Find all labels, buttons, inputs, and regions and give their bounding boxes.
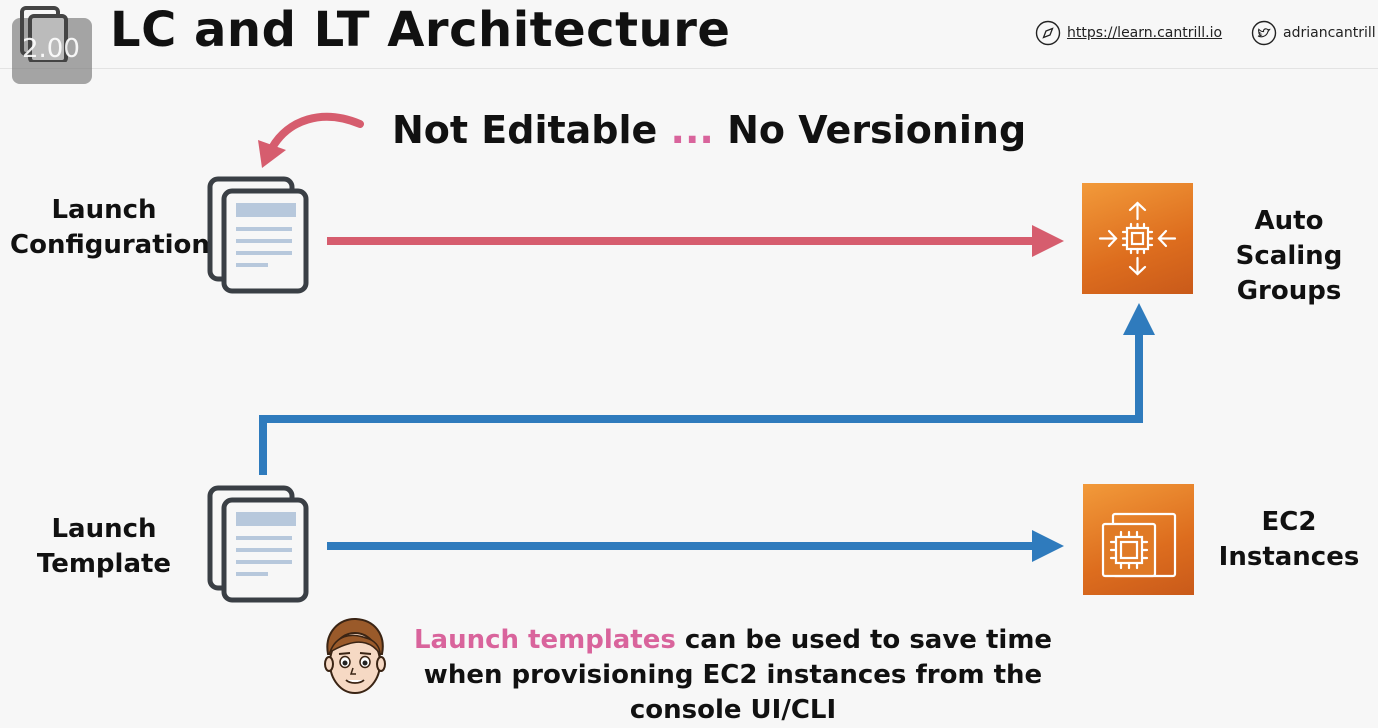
note-dots: ...: [670, 108, 714, 152]
ec2-instances-label: EC2 Instances: [1218, 507, 1360, 572]
document-icon: [207, 176, 309, 294]
ec2-instances-box: [1083, 484, 1194, 595]
lt-to-asg-arrow: [259, 330, 1143, 475]
footer-tip: Launch templates can be used to save tim…: [398, 623, 1068, 728]
auto-scaling-groups-box: [1082, 183, 1193, 294]
auto-scaling-groups-label: Auto Scaling Groups: [1235, 206, 1343, 306]
note-not-editable: Not Editable: [392, 108, 658, 152]
lt-to-asg-arrowhead: [1123, 303, 1155, 335]
curved-red-arrow: [268, 112, 364, 152]
launch-configuration-label: Launch Configuration: [10, 195, 210, 260]
auto-scaling-icon: [1098, 201, 1177, 276]
document-icon: [207, 485, 309, 603]
ec2-instances-icon: [1101, 512, 1177, 578]
lt-to-ec2-arrowhead: [1032, 530, 1064, 562]
limitations-note: Not Editable ... No Versioning: [392, 108, 1026, 152]
lc-to-asg-arrowhead: [1032, 225, 1064, 257]
avatar-face-icon: [324, 617, 386, 694]
launch-template-label: Launch Template: [36, 514, 172, 579]
note-no-versioning: No Versioning: [727, 108, 1027, 152]
footer-highlight: Launch templates: [413, 625, 676, 655]
